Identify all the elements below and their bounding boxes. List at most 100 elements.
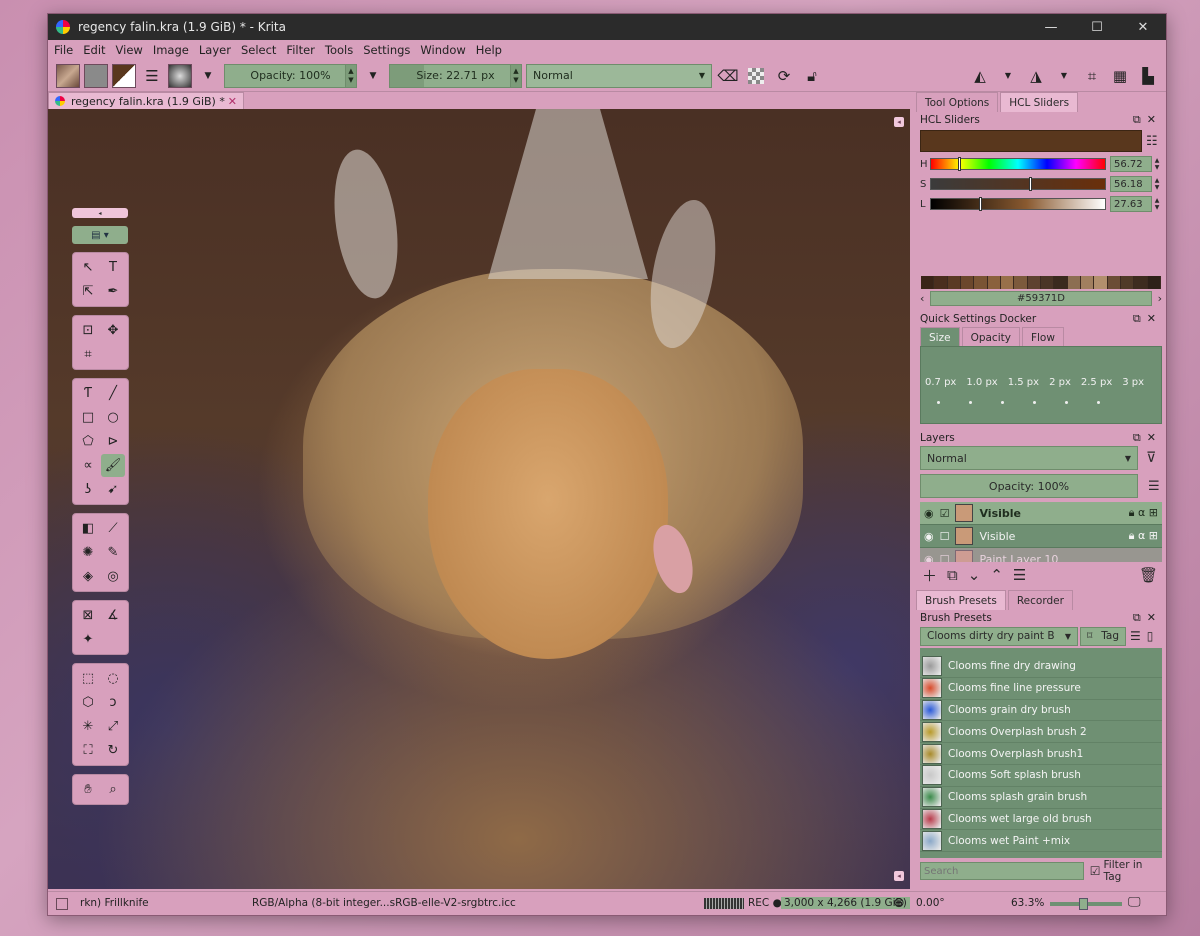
docker-float-close-icons[interactable]: ⧉✕ (1133, 312, 1162, 326)
move-layer-down-icon[interactable]: ⌄ (968, 566, 981, 584)
color-swatch[interactable] (1147, 276, 1161, 289)
colorize-mask-tool-icon[interactable]: ✺ (76, 541, 100, 564)
brush-preset-button[interactable] (168, 63, 192, 88)
tab-qs-opacity[interactable]: Opacity (961, 327, 1020, 347)
hex-color-field[interactable]: #59371D (930, 290, 1152, 306)
chevron-down-icon[interactable]: ▼ (1052, 64, 1076, 88)
color-swatch[interactable] (1014, 276, 1028, 289)
text-tool-icon[interactable]: T (101, 256, 125, 279)
select-shapes-tool-icon[interactable]: ↖ (76, 256, 100, 279)
tag-select[interactable]: ⌑ Tag (1080, 626, 1126, 646)
delete-layer-icon[interactable]: 🗑︎ (1139, 566, 1158, 584)
toolbox-collapse-handle[interactable]: ◂ (72, 208, 128, 218)
status-recorder[interactable]: REC ● (748, 897, 782, 909)
layer-opacity-slider[interactable]: Opacity: 100% (920, 474, 1138, 498)
eye-icon[interactable]: ◉ (924, 553, 934, 563)
calligraphy-tool-icon[interactable]: ✒ (101, 280, 125, 303)
ellipse-tool-icon[interactable]: ○ (101, 406, 125, 429)
gradient-tool-icon[interactable]: ◧ (76, 517, 100, 540)
freehand-brush-tool-icon[interactable]: 🖌︎ (101, 454, 125, 477)
fill-tool-icon[interactable]: ◈ (76, 565, 100, 588)
workspace-icon[interactable]: ▙ (1136, 64, 1160, 88)
palette-menu-icon[interactable]: ☷ (1146, 134, 1158, 149)
preset-view-icon[interactable]: ☰ (1130, 629, 1141, 643)
rotation-dial-icon[interactable]: ⊕ (893, 895, 905, 911)
assistant-tool-icon[interactable]: ⊠ (76, 604, 100, 627)
wrap-around-icon[interactable]: ▦ (1108, 64, 1132, 88)
hue-slider[interactable] (930, 157, 1106, 171)
color-swatch[interactable] (1134, 276, 1148, 289)
brush-search-input[interactable] (920, 862, 1084, 880)
layer-row[interactable]: ◉ ☐ Visible 🔒︎ α ⊞ (920, 525, 1162, 548)
size-slider[interactable]: Size: 22.71 px ▲ ▼ (389, 63, 522, 88)
current-brush-select[interactable]: Clooms dirty dry paint B ▼ (920, 626, 1078, 646)
crop-tool-icon[interactable]: ⌗ (76, 343, 100, 366)
color-picker-tool-icon[interactable]: ⟋ (101, 517, 125, 540)
saturation-slider[interactable] (930, 177, 1106, 191)
docker-float-close-icons[interactable]: ⧉✕ (1133, 611, 1162, 625)
eraser-icon[interactable]: ⌫ (716, 64, 740, 88)
hue-handle[interactable] (958, 157, 962, 171)
layer-flags-icons[interactable]: 🔒︎ α ⊞ (1129, 506, 1158, 520)
menu-settings[interactable]: Settings (363, 43, 410, 57)
duplicate-layer-icon[interactable]: ⧉ (947, 566, 958, 584)
saturation-value[interactable]: 56.18 (1110, 176, 1152, 192)
size-preset[interactable]: 0.7 px (925, 377, 956, 388)
chevron-left-icon[interactable]: ‹ (920, 292, 924, 305)
color-swatch[interactable] (1054, 276, 1068, 289)
eye-icon[interactable]: ◉ (924, 530, 934, 543)
size-preset[interactable]: 3 px (1122, 377, 1144, 388)
pan-tool-icon[interactable]: ✋︎ (76, 778, 100, 801)
layer-properties-icon[interactable]: ☰ (1013, 566, 1026, 584)
status-zoom[interactable]: 63.3% (1011, 897, 1044, 909)
rectangle-tool-icon[interactable]: □ (76, 406, 100, 429)
contiguous-select-tool-icon[interactable]: ✳ (76, 715, 100, 738)
crop-icon[interactable]: ⌗ (1080, 64, 1104, 88)
layer-blend-mode-select[interactable]: Normal ▼ (920, 446, 1138, 470)
close-button[interactable]: ✕ (1120, 14, 1166, 40)
fg-bg-color-button[interactable] (112, 63, 136, 88)
menu-window[interactable]: Window (420, 43, 465, 57)
layer-flags-icons[interactable]: 🔒︎ α ⊞ (1129, 529, 1158, 543)
zoom-slider-handle[interactable] (1078, 898, 1088, 910)
chevron-down-icon[interactable]: ▼ (996, 64, 1020, 88)
tab-hcl-sliders[interactable]: HCL Sliders (1000, 92, 1079, 112)
canvas[interactable]: ◂ ◂ ◂ ▤ ▾ ↖ T ⇱ ✒ ⊡ ✥ ⌗ Ƭ ╱ □ ○ ⬠ ⊳ ∝ 🖌︎… (48, 109, 910, 889)
reload-preset-icon[interactable]: ⟳ (772, 64, 796, 88)
lock-icon[interactable]: 🔓︎ (800, 64, 824, 88)
brush-preset-item[interactable]: Clooms Overplash brush1 (920, 743, 1162, 765)
tab-recorder[interactable]: Recorder (1007, 590, 1073, 610)
layer-options-icon[interactable]: ☰ (1148, 479, 1160, 494)
canvas-scroll-marker-top[interactable]: ◂ (894, 117, 904, 127)
size-preset[interactable]: 1.0 px (966, 377, 997, 388)
size-preset[interactable]: 2 px (1049, 377, 1071, 388)
add-layer-icon[interactable]: ＋ (922, 565, 937, 586)
opacity-slider[interactable]: Opacity: 100% ▲ ▼ (224, 63, 357, 88)
menu-file[interactable]: File (54, 43, 73, 57)
color-swatch[interactable] (1120, 276, 1135, 289)
checkbox-icon[interactable]: ☐ (940, 530, 950, 543)
minimize-button[interactable]: — (1028, 14, 1074, 40)
size-spin[interactable]: ▲ ▼ (510, 64, 521, 87)
menu-help[interactable]: Help (476, 43, 502, 57)
move-layer-up-icon[interactable]: ⌃ (990, 566, 1003, 584)
color-swatch[interactable] (1067, 276, 1081, 289)
smart-fill-tool-icon[interactable]: ✎ (101, 541, 125, 564)
dynamic-brush-tool-icon[interactable]: ʖ (76, 478, 100, 501)
monitor-icon[interactable]: 🖵︎ (1128, 895, 1141, 910)
lightness-spin[interactable]: ▲ ▼ (1152, 196, 1162, 212)
gradient-preset-button[interactable] (56, 63, 80, 88)
mirror-horizontal-icon[interactable]: ◭ (968, 64, 992, 88)
docker-float-close-icons[interactable]: ⧉✕ (1133, 431, 1162, 445)
brush-preset-item[interactable]: Clooms fine dry drawing (920, 656, 1162, 678)
blend-mode-select[interactable]: Normal ▼ (526, 63, 712, 88)
chevron-down-icon[interactable]: ▼ (196, 64, 220, 88)
polygon-tool-icon[interactable]: ⬠ (76, 430, 100, 453)
multibrush-tool-icon[interactable]: ➹ (101, 478, 125, 501)
polygon-select-tool-icon[interactable]: ⬡ (76, 691, 100, 714)
brush-preset-item[interactable]: Clooms fine line pressure (920, 677, 1162, 700)
saturation-spin[interactable]: ▲ ▼ (1152, 176, 1162, 192)
bezier-tool-icon[interactable]: ∝ (76, 454, 100, 477)
ellipse-select-tool-icon[interactable]: ◌ (101, 667, 125, 690)
checkbox-icon[interactable]: ☑ (940, 507, 950, 520)
